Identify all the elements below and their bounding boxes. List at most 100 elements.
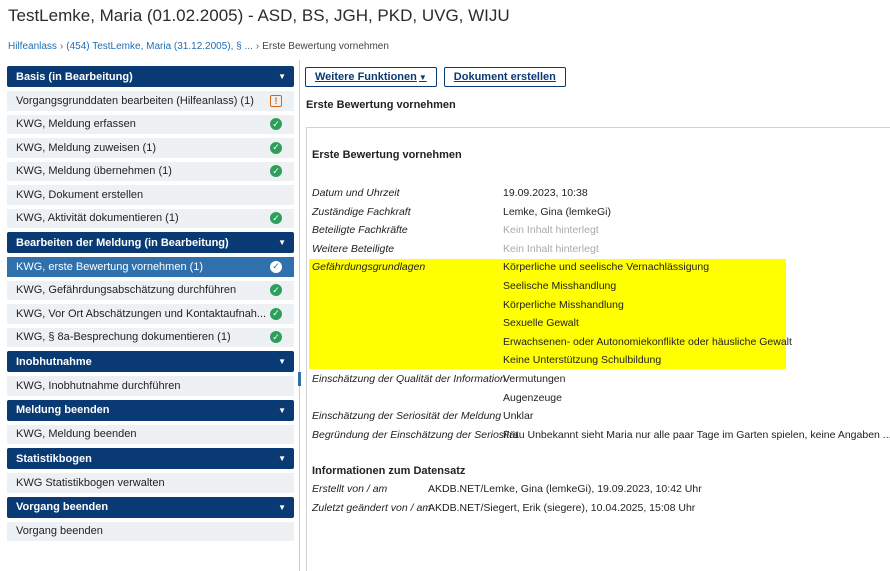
field-label: Zuständige Fachkraft (312, 205, 411, 218)
record-info-label: Zuletzt geändert von / am (312, 502, 432, 514)
field-row: Einschätzung der Qualität der Informatio… (307, 370, 890, 388)
sidebar-item[interactable]: KWG, erste Bewertung vornehmen (1) ✓ (7, 257, 294, 277)
field-label: Weitere Beteiligte (312, 242, 395, 255)
caret-down-icon: ▼ (418, 72, 427, 82)
breadcrumb-link-hilfeanlass[interactable]: Hilfeanlass (8, 41, 57, 52)
caret-down-icon: ▼ (278, 405, 286, 415)
sidebar-item[interactable]: KWG, Meldung erfassen ✓ (7, 114, 294, 134)
field-value: Keine Unterstützung Schulbildung (503, 354, 662, 367)
field-label: Gefährdungsgrundlagen (312, 261, 426, 274)
field-label: Einschätzung der Seriosität der Meldung (312, 410, 502, 423)
sidebar-item[interactable]: KWG, Gefährdungsabschätzung durchführen ✓ (7, 280, 294, 300)
sidebar-item-label: KWG, Vor Ort Abschätzungen und Kontaktau… (16, 307, 267, 320)
check-icon: ✓ (270, 118, 282, 131)
page-title: Erste Bewertung vornehmen (306, 99, 456, 111)
field-label: Einschätzung der Qualität der Informatio… (312, 373, 506, 385)
field-row: Weitere Beteiligte Kein Inhalt hinterlegt (307, 240, 890, 258)
sidebar-item[interactable]: Vorgang beenden (7, 521, 294, 541)
sidebar-item-label: Vorgang beenden (16, 525, 103, 538)
sidebar-item[interactable]: KWG, Aktivität dokumentieren (1) ✓ (7, 208, 294, 228)
section-header-label: Statistikbogen (16, 452, 92, 465)
warning-icon: ! (270, 94, 282, 107)
field-value: Frau Unbekannt sieht Maria nur alle paar… (503, 428, 890, 441)
breadcrumb-separator: › (255, 41, 260, 52)
sidebar-item[interactable]: Vorgangsgrunddaten bearbeiten (Hilfeanla… (7, 91, 294, 111)
sidebar-item[interactable]: KWG, Meldung zuweisen (1) ✓ (7, 138, 294, 158)
toolbar: Weitere Funktionen ▼ Dokument erstellen (305, 67, 566, 87)
sidebar-item-label: KWG, Meldung erfassen (16, 118, 136, 131)
sidebar-item[interactable]: KWG, Meldung beenden (7, 424, 294, 444)
field-value: Unklar (503, 410, 534, 423)
section-header-label: Vorgang beenden (16, 501, 109, 513)
section-header-inobhutnahme[interactable]: Inobhutnahme ▼ (7, 351, 294, 372)
section-header-label: Bearbeiten der Meldung (in Bearbeitung) (16, 236, 229, 249)
field-row: Keine Unterstützung Schulbildung (307, 351, 890, 369)
check-icon: ✓ (270, 331, 282, 344)
breadcrumb-current: Erste Bewertung vornehmen (262, 41, 389, 52)
sidebar-item[interactable]: KWG, Meldung übernehmen (1) ✓ (7, 161, 294, 181)
record-info-row: Zuletzt geändert von / am AKDB.NET/Sieger… (307, 499, 890, 517)
sidebar-item-label: KWG, Meldung beenden (16, 428, 137, 441)
breadcrumb-link-case[interactable]: (454) TestLemke, Maria (31.12.2005), § .… (66, 41, 253, 52)
record-info-title: Informationen zum Datensatz (312, 465, 466, 477)
sidebar-item-label: KWG, Dokument erstellen (16, 188, 144, 201)
field-value: 19.09.2023, 10:38 (503, 187, 588, 199)
field-value: Kein Inhalt hinterlegt (503, 224, 599, 237)
field-row: Einschätzung der Seriosität der Meldung U… (307, 407, 890, 425)
field-value: Körperliche Misshandlung (503, 298, 624, 311)
field-value: Vermutungen (503, 373, 566, 385)
sidebar-item-label: KWG, Meldung zuweisen (1) (16, 141, 156, 154)
section-header-meldung-beenden[interactable]: Meldung beenden ▼ (7, 399, 294, 421)
breadcrumb-separator: › (59, 41, 64, 52)
section-header-statistikbogen[interactable]: Statistikbogen ▼ (7, 448, 294, 469)
record-info-label: Erstellt von / am (312, 483, 388, 495)
field-row: Beteiligte Fachkräfte Kein Inhalt hinterl… (307, 221, 890, 239)
section-header-bearbeiten-der-meldung-in-bearbeitung[interactable]: Bearbeiten der Meldung (in Bearbeitung) ▼ (7, 232, 294, 253)
field-value: Kein Inhalt hinterlegt (503, 242, 599, 255)
sidebar-item-label: KWG Statistikbogen verwalten (16, 476, 165, 489)
sidebar-item-label: KWG, erste Bewertung vornehmen (1) (16, 260, 204, 273)
sidebar-item[interactable]: KWG, Inobhutnahme durchführen (7, 376, 294, 396)
workflow-sidebar: Basis (in Bearbeitung) ▼ Vorgangsgrunddate… (7, 66, 294, 545)
sidebar-item[interactable]: KWG, Vor Ort Abschätzungen und Kontaktau… (7, 304, 294, 324)
check-icon: ✓ (270, 307, 282, 320)
record-info-row: Erstellt von / am AKDB.NET/Lemke, Gina (l… (307, 480, 890, 498)
sidebar-item-label: KWG, § 8a-Besprechung dokumentieren (1) (16, 331, 231, 344)
field-label: Begründung der Einschätzung der Seriosit… (312, 428, 519, 441)
section-header-label: Inobhutnahme (16, 355, 92, 368)
sidebar-item[interactable]: KWG Statistikbogen verwalten (7, 473, 294, 493)
field-row: Augenzeuge (307, 389, 890, 407)
sidebar-item-label: KWG, Meldung übernehmen (1) (16, 165, 172, 178)
more-functions-button[interactable]: Weitere Funktionen ▼ (305, 67, 437, 87)
field-value: Seelische Misshandlung (503, 280, 617, 292)
section-header-basis-in-bearbeitung[interactable]: Basis (in Bearbeitung) ▼ (7, 66, 294, 87)
field-row: Zuständige Fachkraft Lemke, Gina (lemkeGi… (307, 203, 890, 221)
caret-down-icon: ▼ (278, 454, 286, 463)
field-row: Sexuelle Gewalt (307, 314, 890, 332)
field-value: Körperliche und seelische Vernachlässigu… (503, 261, 710, 274)
section-header-label: Meldung beenden (16, 404, 110, 416)
caret-down-icon: ▼ (278, 72, 286, 81)
field-row: Datum und Uhrzeit 19.09.2023, 10:38 (307, 184, 890, 202)
section-header-vorgang-beenden[interactable]: Vorgang beenden ▼ (7, 496, 294, 518)
field-row: Erwachsenen- oder Autonomiekonflikte ode… (307, 333, 890, 351)
check-icon: ✓ (270, 165, 282, 178)
field-value: Sexuelle Gewalt (503, 317, 579, 330)
check-icon: ✓ (270, 284, 282, 297)
caret-down-icon: ▼ (278, 502, 286, 512)
window-title: TestLemke, Maria (01.02.2005) - ASD, BS,… (8, 6, 510, 25)
caret-down-icon: ▼ (278, 357, 286, 366)
field-value: Augenzeuge (503, 391, 562, 404)
sidebar-item[interactable]: KWG, Dokument erstellen (7, 185, 294, 205)
field-value: Lemke, Gina (lemkeGi) (503, 205, 611, 218)
check-icon: ✓ (270, 260, 282, 273)
record-info-value: AKDB.NET/Siegert, Erik (siegere), 10.04.… (428, 502, 696, 514)
more-functions-label: Weitere Funktionen (315, 71, 417, 83)
sidebar-item[interactable]: KWG, § 8a-Besprechung dokumentieren (1) ✓ (7, 327, 294, 347)
pane-resize-handle[interactable] (298, 372, 301, 386)
pane-divider[interactable] (299, 60, 300, 571)
create-document-label: Dokument erstellen (453, 71, 556, 83)
create-document-button[interactable]: Dokument erstellen (443, 67, 566, 87)
document-preview: Erste Bewertung vornehmen Datum und Uhrz… (306, 127, 890, 571)
field-row: Körperliche Misshandlung (307, 296, 890, 314)
